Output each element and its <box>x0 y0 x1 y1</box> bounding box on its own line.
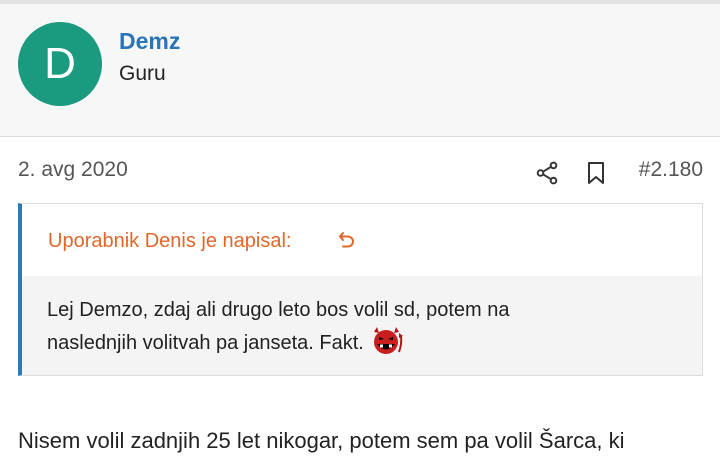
quote-line-1: Lej Demzo, zdaj ali drugo leto bos volil… <box>47 299 510 321</box>
quote-line-2-text: naslednjih volitvah pa janseta. Fakt. <box>47 332 364 354</box>
avatar[interactable]: D <box>18 22 102 106</box>
quote-author-link[interactable]: Uporabnik Denis je napisal: <box>48 230 291 253</box>
quote-content: Lej Demzo, zdaj ali drugo leto bos volil… <box>22 276 702 375</box>
post-date[interactable]: 2. avg 2020 <box>18 158 128 182</box>
jump-to-quote-icon[interactable] <box>337 230 357 250</box>
post-body-text: Nisem volil zadnjih 25 let nikogar, pote… <box>18 428 625 453</box>
post-user-header: D Demz Guru <box>0 4 720 137</box>
quote-block: Uporabnik Denis je napisal: Lej Demzo, z… <box>18 203 703 376</box>
share-icon[interactable] <box>534 160 560 186</box>
devil-smiley-icon <box>373 326 403 354</box>
bookmark-icon[interactable] <box>584 160 608 186</box>
username-link[interactable]: Demz <box>119 28 180 55</box>
post-number-link[interactable]: #2.180 <box>639 158 703 182</box>
quote-header: Uporabnik Denis je napisal: <box>22 204 702 276</box>
quote-line-2: naslednjih volitvah pa janseta. Fakt. <box>47 326 678 360</box>
user-title: Guru <box>119 62 166 85</box>
